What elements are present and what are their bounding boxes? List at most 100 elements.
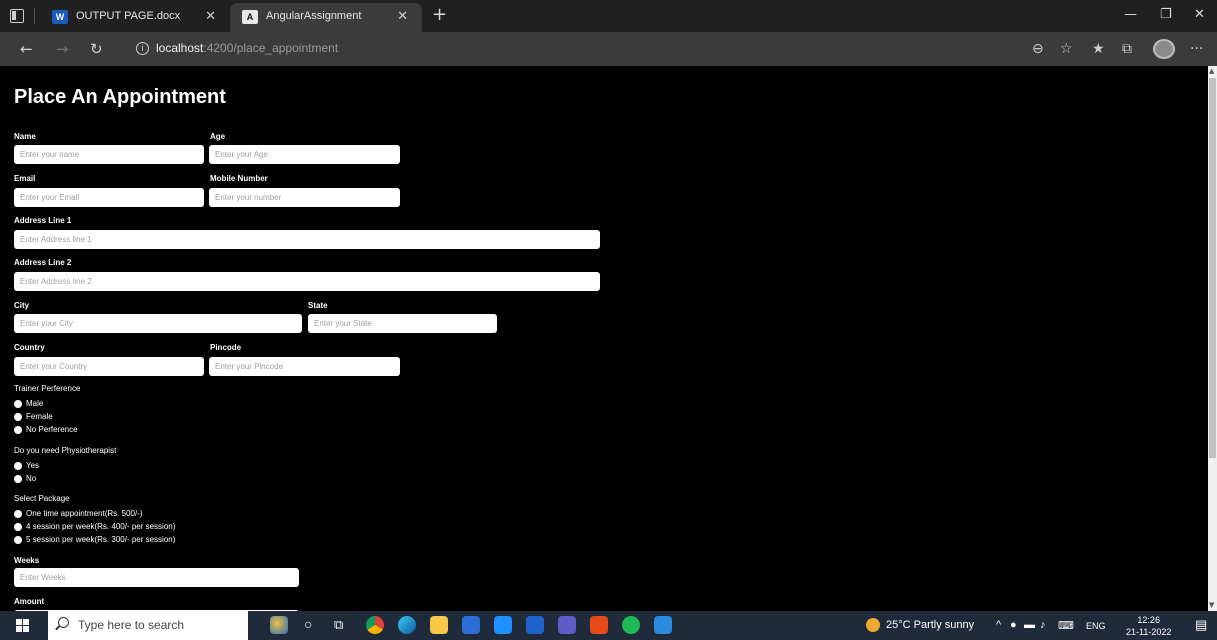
refresh-icon[interactable]: ↻ [90,40,103,58]
page-title: Place An Appointment [14,86,226,108]
outlook-icon[interactable] [526,616,544,634]
trainer-preference-label: Trainer Perference [14,384,81,393]
tab-label: AngularAssignment [266,10,362,22]
radio-icon [14,474,22,483]
store-icon[interactable] [462,616,480,634]
tab-output-page[interactable]: W OUTPUT PAGE.docx ✕ [40,3,230,32]
url-text: localhost:4200/place_appointment [156,41,339,55]
zoom-icon[interactable]: ⊖ [1032,41,1044,57]
tab-label: OUTPUT PAGE.docx [76,10,181,22]
mobile-input[interactable] [209,188,400,207]
radio-trainer-female[interactable]: Female [14,412,53,421]
keyboard-icon[interactable]: ⌨ [1058,619,1074,632]
pincode-label: Pincode [210,343,242,352]
taskbar-search[interactable]: Type here to search [48,611,248,640]
tab-angular-assignment[interactable]: A AngularAssignment ✕ [230,3,422,32]
volume-icon[interactable]: ♪ [1040,619,1046,631]
office-icon[interactable] [590,616,608,634]
pincode-input[interactable] [209,357,400,376]
favorites-icon[interactable]: ★ [1092,41,1105,57]
page-scrollbar[interactable]: ▲ ▼ [1208,66,1217,611]
profile-avatar[interactable] [1153,39,1175,59]
age-label: Age [210,132,226,141]
tab-separator [34,8,35,24]
forward-icon[interactable]: → [56,40,69,58]
country-label: Country [14,343,45,352]
back-icon[interactable]: ← [20,40,33,58]
scroll-down-icon: ▼ [1209,601,1215,609]
name-label: Name [14,132,36,141]
edge-icon[interactable] [398,616,416,634]
city-label: City [14,301,30,310]
close-icon[interactable]: ✕ [397,9,408,24]
radio-icon [14,535,22,544]
angular-icon: A [242,10,258,24]
radio-physio-no[interactable]: No [14,474,36,483]
more-icon[interactable]: ··· [1190,41,1203,57]
email-label: Email [14,174,36,183]
scrollbar-thumb[interactable] [1209,78,1216,458]
taskbar: Type here to search ○ ⧉ 25°C Partly sunn… [0,611,1217,640]
file-explorer-icon[interactable] [430,616,448,634]
country-input[interactable] [14,357,204,376]
radio-trainer-male[interactable]: Male [14,399,43,408]
teams-icon[interactable] [558,616,576,634]
info-icon[interactable]: i [136,42,149,55]
radio-icon [14,399,22,408]
close-icon[interactable]: ✕ [205,9,216,24]
windows-start-icon[interactable] [16,619,29,632]
scroll-up-icon: ▲ [1209,67,1215,75]
radio-icon [14,461,22,470]
task-view-icon[interactable]: ⧉ [334,617,343,633]
network-icon[interactable]: ● [1010,619,1017,631]
address2-label: Address Line 2 [14,258,72,267]
restore-icon[interactable]: ❐ [1160,7,1172,22]
radio-package-5-session[interactable]: 5 session per week(Rs. 300/- per session… [14,535,175,544]
minimize-icon[interactable]: — [1124,7,1137,22]
tab-strip: W OUTPUT PAGE.docx ✕ A AngularAssignment… [0,0,1217,32]
screen: W OUTPUT PAGE.docx ✕ A AngularAssignment… [0,0,1217,640]
package-label: Select Package [14,494,70,503]
address1-input[interactable] [14,230,600,249]
language-indicator[interactable]: ENG [1086,621,1106,631]
address-bar: ← → ↻ i localhost:4200/place_appointment… [0,32,1217,66]
news-icon[interactable] [270,616,288,634]
show-hidden-icon[interactable]: ^ [996,619,1001,631]
url-field[interactable]: i localhost:4200/place_appointment [118,36,1008,62]
search-icon [58,617,69,628]
mobile-label: Mobile Number [210,174,268,183]
address1-label: Address Line 1 [14,216,72,225]
battery-icon[interactable]: ▬ [1024,619,1035,631]
radio-icon [14,522,22,531]
weeks-label: Weeks [14,556,40,565]
email-input[interactable] [14,188,204,207]
add-favorite-icon[interactable]: ☆ [1060,41,1073,57]
radio-physio-yes[interactable]: Yes [14,461,39,470]
system-clock[interactable]: 12:26 21-11-2022 [1126,614,1171,638]
radio-package-one-time[interactable]: One time appointment(Rs. 500/-) [14,509,143,518]
name-input[interactable] [14,145,204,164]
notifications-icon[interactable]: ▤ [1195,617,1207,633]
spotify-icon[interactable] [622,616,640,634]
city-input[interactable] [14,314,302,333]
weather-text[interactable]: 25°C Partly sunny [886,619,974,631]
radio-icon [14,509,22,518]
mail-icon[interactable] [494,616,512,634]
physiotherapist-label: Do you need Physiotherapist [14,446,117,455]
weeks-input[interactable] [14,568,299,587]
address2-input[interactable] [14,272,600,291]
radio-trainer-no-preference[interactable]: No Perference [14,425,78,434]
tab-actions-icon[interactable] [10,9,24,23]
state-input[interactable] [308,314,497,333]
age-input[interactable] [209,145,400,164]
collections-icon[interactable]: ⧉ [1122,41,1132,57]
amount-label: Amount [14,597,45,606]
radio-icon [14,412,22,421]
new-tab-icon[interactable]: + [432,4,447,25]
vscode-icon[interactable] [654,616,672,634]
radio-package-4-session[interactable]: 4 session per week(Rs. 400/- per session… [14,522,175,531]
cortana-icon[interactable]: ○ [304,616,312,632]
close-window-icon[interactable]: ✕ [1194,7,1205,22]
chrome-icon[interactable] [366,616,384,634]
weather-icon[interactable] [866,618,880,632]
